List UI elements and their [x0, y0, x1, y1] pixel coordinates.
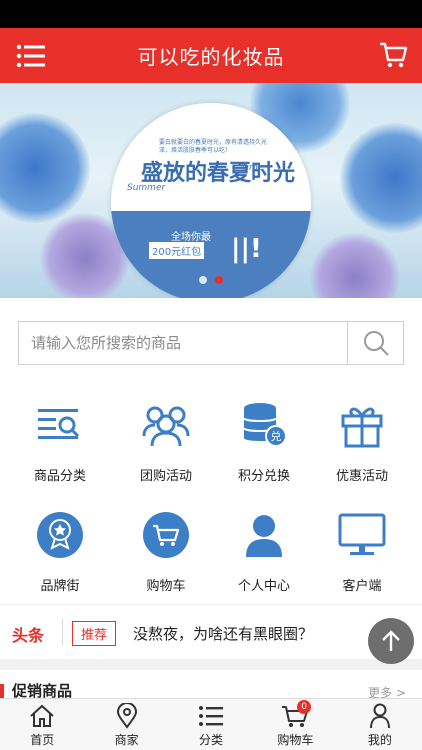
monitor-icon: [332, 505, 392, 565]
tab-label: 分类: [199, 733, 224, 747]
grid-item-brand[interactable]: 品牌街: [7, 505, 113, 594]
brand-badge-icon: [30, 505, 90, 565]
location-pin-icon: [84, 703, 168, 729]
banner-small-text: 要白就要白的春夏时光，原有清透持久光泽，焕活肌肤春季可以吃！: [159, 139, 268, 154]
tab-mine[interactable]: 我的: [338, 699, 422, 750]
page-title: 可以吃的化妆品: [137, 45, 285, 69]
carousel-dot[interactable]: [199, 276, 207, 284]
cart-count-badge: 0: [297, 700, 312, 714]
promo-banner[interactable]: 要白就要白的春夏时光，原有清透持久光泽，焕活肌肤春季可以吃！ 盛放的春夏时光 T…: [0, 83, 422, 298]
flower-decoration: [310, 233, 400, 298]
back-to-top-button[interactable]: [368, 618, 414, 664]
tab-label: 购物车: [277, 733, 314, 747]
user-center-icon: [234, 505, 294, 565]
person-icon: [338, 703, 422, 729]
tab-home[interactable]: 首页: [0, 699, 84, 750]
search-box: [18, 321, 404, 365]
shopping-cart-icon: [136, 505, 196, 565]
points-exchange-icon: 兑: [234, 395, 294, 455]
app-header: 可以吃的化妆品: [0, 28, 422, 83]
flower-decoration: [340, 123, 422, 233]
arrow-up-icon: [382, 630, 400, 651]
tab-cart[interactable]: 0 购物车: [253, 699, 337, 750]
grid-item-user[interactable]: 个人中心: [211, 505, 317, 594]
home-icon: [0, 703, 84, 729]
tab-label: 商家: [114, 733, 139, 747]
carousel-dots: [0, 276, 422, 284]
category-list-icon: [30, 395, 90, 455]
grid-item-label: 购物车: [146, 579, 186, 594]
tab-label: 首页: [30, 733, 55, 747]
feature-grid: 商品分类 团购活动 兑 积分兑换 优惠活动 品牌街 购物车 个人中心 客户端: [0, 385, 422, 605]
banner-promo-line: 全场你最: [171, 232, 211, 243]
grid-item-cart[interactable]: 购物车: [113, 505, 219, 594]
grid-item-category[interactable]: 商品分类: [7, 395, 113, 484]
grid-item-label: 品牌街: [40, 579, 80, 594]
flower-decoration: [0, 113, 90, 223]
grid-item-label: 优惠活动: [335, 469, 388, 484]
grid-item-label: 积分兑换: [237, 469, 290, 484]
grid-item-label: 个人中心: [237, 579, 290, 594]
svg-text:兑: 兑: [271, 429, 282, 443]
grid-item-discount[interactable]: 优惠活动: [309, 395, 415, 484]
divider: [62, 618, 63, 646]
tab-merchants[interactable]: 商家: [84, 699, 168, 750]
promo-section-header: 促销商品 更多 >: [0, 670, 422, 700]
banner-blue-band: [111, 211, 311, 298]
status-bar: [0, 0, 422, 28]
search-button[interactable]: [347, 322, 403, 364]
headline-text[interactable]: 没熬夜，为啥还有黑眼圈？: [133, 623, 313, 644]
gift-box-icon: [332, 395, 392, 455]
headline-bar[interactable]: 头条 推荐 没熬夜，为啥还有黑眼圈？: [0, 604, 422, 659]
carousel-dot-active[interactable]: [215, 276, 223, 284]
grid-item-label: 团购活动: [139, 469, 192, 484]
headline-heading: 头条: [12, 626, 45, 645]
banner-english-time: Time: [241, 163, 264, 173]
tab-label: 我的: [367, 733, 392, 747]
banner-english: Summer: [127, 183, 166, 193]
menu-icon[interactable]: [16, 43, 46, 69]
grid-item-client[interactable]: 客户端: [309, 505, 415, 594]
group-buy-icon: [136, 395, 196, 455]
banner-badge: 要白就要白的春夏时光，原有清透持久光泽，焕活肌肤春季可以吃！ 盛放的春夏时光 T…: [111, 103, 311, 298]
grid-item-label: 客户端: [342, 579, 382, 594]
tab-category[interactable]: 分类: [169, 699, 253, 750]
cart-icon: [253, 703, 337, 729]
bottom-tab-bar: 首页 商家 分类 0 购物车 我的: [0, 698, 422, 750]
search-input[interactable]: [19, 322, 347, 364]
recommend-tag: 推荐: [72, 621, 117, 646]
grid-item-label: 商品分类: [33, 469, 86, 484]
search-icon: [363, 331, 389, 356]
grid-item-group-buy[interactable]: 团购活动: [113, 395, 219, 484]
list-icon: [169, 703, 253, 729]
search-area: [0, 298, 422, 385]
banner-red-packet: 200元红包: [149, 242, 205, 259]
banner-exclaim: ||!: [231, 234, 262, 264]
grid-item-points[interactable]: 兑 积分兑换: [211, 395, 317, 484]
cart-icon[interactable]: [378, 40, 408, 70]
